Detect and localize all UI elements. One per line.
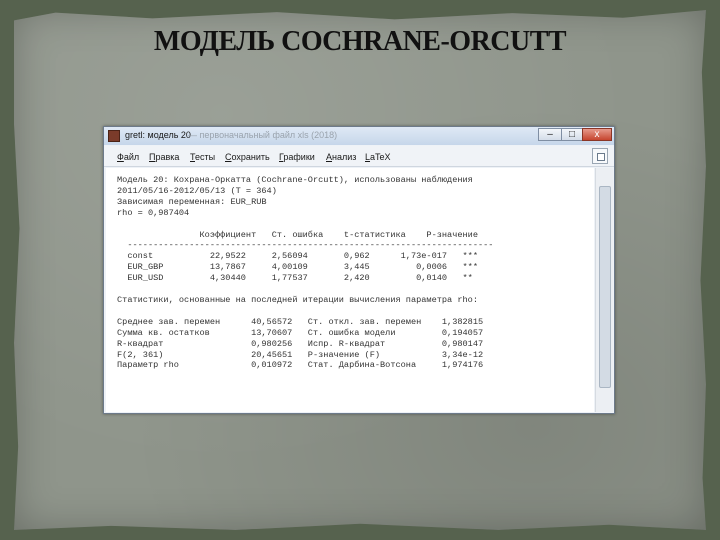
scrollbar-thumb[interactable]	[599, 186, 611, 388]
window-titlebar[interactable]: gretl: модель 20 — первоначальный файл x…	[104, 127, 614, 145]
window-title-extra: — первоначальный файл xls (2018)	[188, 130, 338, 140]
window-toolbar-icon[interactable]	[592, 148, 608, 164]
menu-graphs[interactable]: Графики	[279, 152, 315, 162]
menu-latex[interactable]: LaTeX	[365, 152, 391, 162]
menu-edit[interactable]: Правка	[149, 152, 179, 162]
maximize-button[interactable]: □	[561, 128, 583, 141]
close-button[interactable]: x	[582, 128, 612, 141]
slide-title: МОДЕЛЬ COCHRANE-ORCUTT	[153, 26, 567, 57]
menu-analysis[interactable]: Анализ	[326, 152, 356, 162]
menu-tests[interactable]: Тесты	[190, 152, 215, 162]
menu-bar: Файл Правка Тесты Сохранить Графики Анал…	[104, 146, 614, 167]
gretl-model-window: gretl: модель 20 — первоначальный файл x…	[103, 126, 615, 414]
model-output-text: Модель 20: Кохрана-Оркатта (Cochrane-Orc…	[117, 175, 494, 371]
menu-save[interactable]: Сохранить	[225, 152, 270, 162]
window-title: gretl: модель 20	[125, 130, 191, 140]
menu-file[interactable]: Файл	[117, 152, 139, 162]
minimize-button[interactable]: –	[538, 128, 562, 141]
vertical-scrollbar[interactable]	[595, 168, 613, 412]
model-output-area[interactable]: Модель 20: Кохрана-Оркатта (Cochrane-Orc…	[106, 168, 594, 412]
gretl-app-icon[interactable]	[108, 130, 120, 142]
